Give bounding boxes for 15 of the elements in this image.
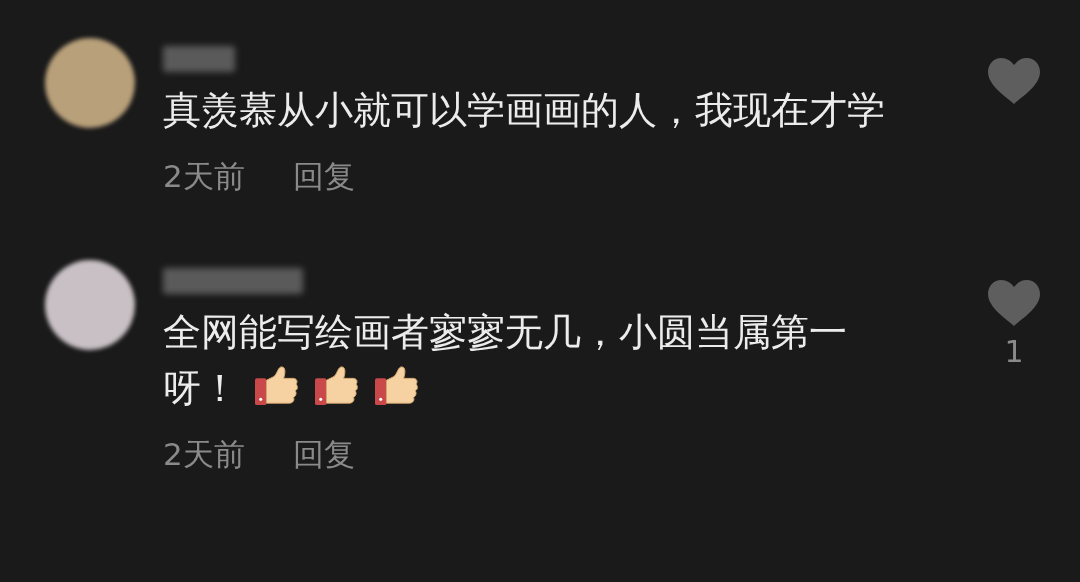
- reply-link[interactable]: 回复: [292, 156, 355, 198]
- timestamp: 2天前: [163, 157, 245, 196]
- avatar-placeholder[interactable]: [45, 260, 135, 350]
- blurred-username: [163, 46, 235, 72]
- comment-text: 全网能写绘画者寥寥无几，小圆当属第一呀！: [163, 309, 848, 412]
- thumbs-up-icon: [373, 365, 419, 407]
- reply-link[interactable]: 回复: [292, 434, 355, 476]
- avatar-placeholder[interactable]: [45, 38, 135, 128]
- timestamp: 2天前: [163, 435, 245, 474]
- thumbs-up-icon: [253, 365, 299, 407]
- heart-icon[interactable]: [988, 280, 1040, 326]
- thumbs-up-icon: [313, 365, 359, 407]
- like-count: 1: [1004, 334, 1024, 369]
- heart-icon[interactable]: [988, 58, 1040, 104]
- comment-text: 真羡慕从小就可以学画画的人，我现在才学: [163, 87, 886, 134]
